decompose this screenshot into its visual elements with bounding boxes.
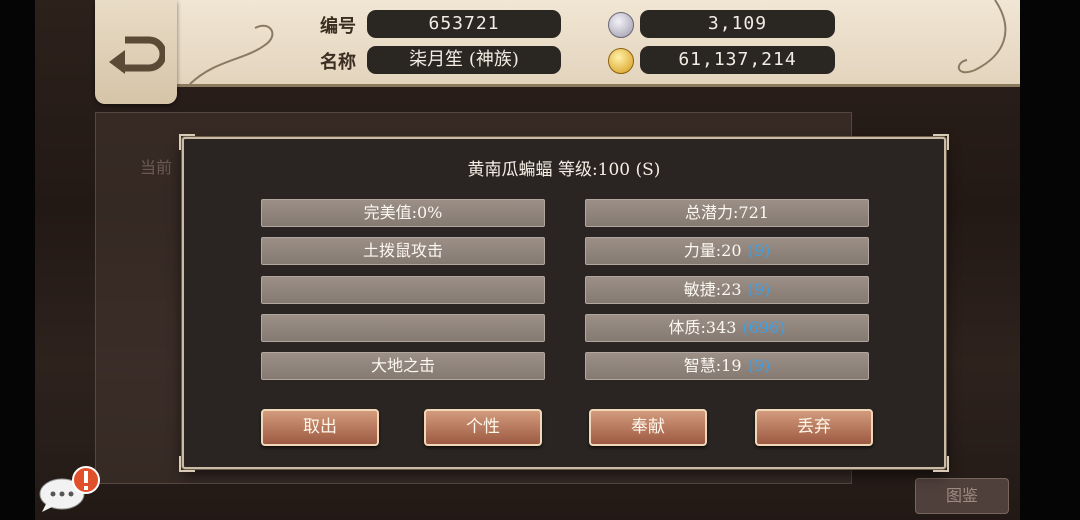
skill-slot-3[interactable] [261, 314, 545, 342]
skill-slot-2[interactable] [261, 276, 545, 304]
player-id: 653721 [367, 10, 561, 38]
gold-currency-value: 61,137,214 [640, 46, 835, 74]
wisdom-bonus: (9) [747, 356, 771, 375]
discard-button[interactable]: 丢弃 [755, 409, 873, 446]
id-label: 编号 [320, 16, 356, 37]
back-arrow-icon [109, 36, 165, 74]
name-label: 名称 [320, 52, 356, 73]
strength-bonus: (9) [747, 241, 771, 260]
pet-detail-dialog: 黄南瓜蝙蝠 等级:100 (S) 完美值:0% 土拨鼠攻击 大地之击 总潜力:7… [179, 134, 949, 472]
catalog-button[interactable]: 图鉴 [915, 478, 1009, 514]
back-button[interactable] [95, 0, 177, 104]
agility-stat: 敏捷:23 (9) [585, 276, 869, 304]
skill-slot-4[interactable]: 大地之击 [261, 352, 545, 380]
total-potential-value: 总潜力:721 [685, 203, 769, 222]
player-name: 柒月笙 (神族) [367, 46, 561, 74]
total-potential-stat: 总潜力:721 [585, 199, 869, 227]
withdraw-button[interactable]: 取出 [261, 409, 379, 446]
constitution-bonus: (696) [742, 318, 786, 337]
left-letterbox [0, 0, 35, 520]
chat-button[interactable] [38, 466, 110, 514]
chat-bubble-icon [39, 466, 100, 512]
constitution-stat: 体质:343 (696) [585, 314, 869, 342]
strength-stat: 力量:20 (9) [585, 237, 869, 265]
skill-slot-1[interactable]: 土拨鼠攻击 [261, 237, 545, 265]
pet-title: 黄南瓜蝙蝠 等级:100 (S) [467, 160, 661, 180]
right-letterbox [1020, 0, 1080, 520]
background-label-current: 当前 [140, 158, 173, 177]
silver-medal-icon [608, 12, 634, 38]
contribute-button[interactable]: 奉献 [589, 409, 707, 446]
constitution-value: 体质:343 [668, 318, 737, 337]
silver-currency-value: 3,109 [640, 10, 835, 38]
agility-bonus: (9) [747, 280, 771, 299]
strength-value: 力量:20 [683, 241, 742, 260]
perfection-stat: 完美值:0% [261, 199, 545, 227]
personality-button[interactable]: 个性 [424, 409, 542, 446]
wisdom-stat: 智慧:19 (9) [585, 352, 869, 380]
wisdom-value: 智慧:19 [683, 356, 742, 375]
agility-value: 敏捷:23 [683, 280, 742, 299]
gold-coin-icon [608, 48, 634, 74]
